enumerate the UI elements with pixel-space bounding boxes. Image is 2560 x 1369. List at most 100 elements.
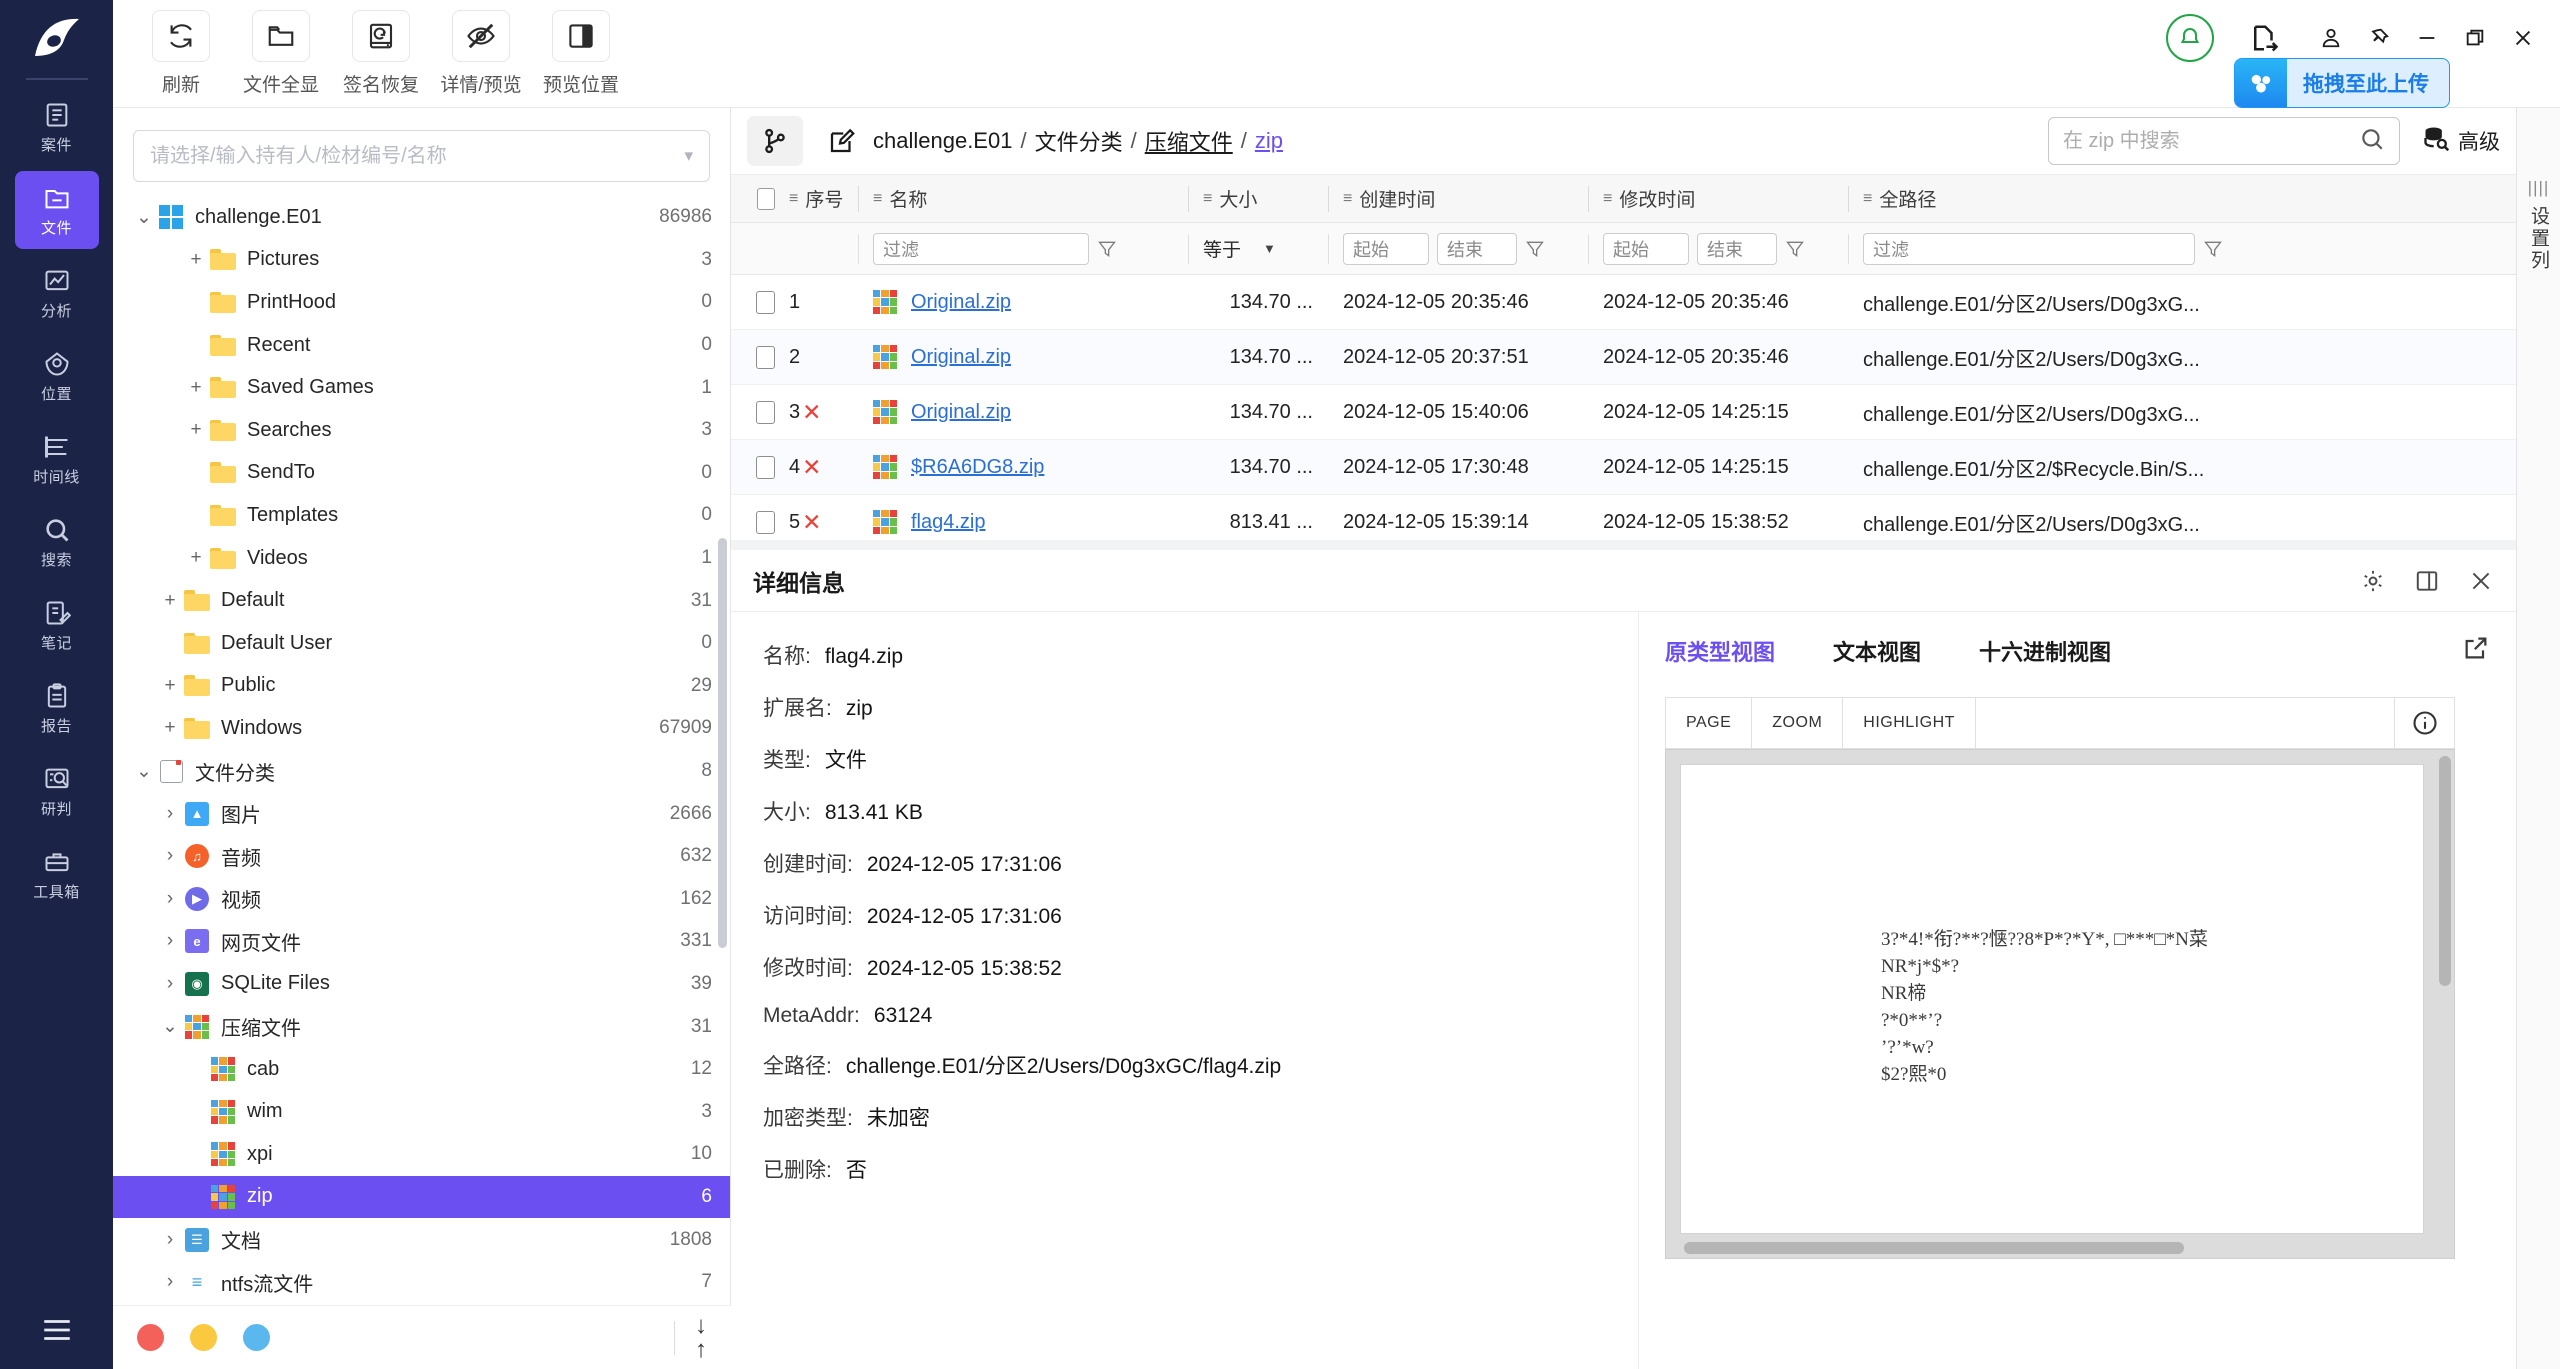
sidebar-item-case[interactable]: 案件	[15, 88, 99, 166]
column-header-index[interactable]: ≡ 序号	[781, 175, 859, 223]
tree-toggle-icon[interactable]: +	[157, 675, 183, 697]
table-row[interactable]: 1 Original.zip 134.70 ... 2024-12-05 20:35:…	[731, 275, 2516, 330]
tree-search-input[interactable]	[150, 144, 685, 168]
filter-created-start[interactable]: 起始	[1343, 232, 1429, 265]
sidebar-item-files[interactable]: 文件	[14, 171, 99, 249]
tree-scrollbar[interactable]	[718, 538, 727, 948]
row-name-cell[interactable]: Original.zip	[859, 330, 1189, 385]
sidebar-item-toolbox[interactable]: 工具箱	[15, 835, 99, 913]
maximize-icon[interactable]	[2464, 27, 2486, 49]
sidebar-item-location[interactable]: 位置	[15, 337, 99, 415]
column-header-fullpath[interactable]: ≡ 全路径	[1849, 175, 2409, 223]
tree-node-printhood[interactable]: PrintHood 0	[113, 281, 730, 324]
tree-node-default-user[interactable]: Default User 0	[113, 622, 730, 665]
row-checkbox[interactable]	[756, 345, 775, 369]
info-icon[interactable]	[2394, 697, 2454, 749]
funnel-icon[interactable]	[1097, 239, 1117, 259]
filter-modified-end[interactable]: 结束	[1697, 232, 1777, 265]
select-all-column[interactable]	[731, 175, 781, 223]
tree-toggle-icon[interactable]: ›	[157, 1271, 183, 1293]
advanced-search-button[interactable]: 高级	[2422, 124, 2500, 158]
tree-node-videos[interactable]: + Videos 1	[113, 537, 730, 580]
close-icon[interactable]	[2512, 27, 2534, 49]
search-icon[interactable]	[2359, 126, 2385, 157]
preview-highlight-button[interactable]: HIGHLIGHT	[1843, 697, 1976, 749]
user-avatar-icon[interactable]	[2320, 27, 2342, 49]
column-header-modified[interactable]: ≡ 修改时间	[1589, 175, 1849, 223]
breadcrumb-item-3[interactable]: zip	[1255, 128, 1283, 154]
filter-size-cell[interactable]: 等于 ▼	[1189, 223, 1329, 275]
tree-node--[interactable]: › ♫ 音频 632	[113, 835, 730, 878]
row-select-cell[interactable]	[731, 440, 781, 495]
tree-toggle-icon[interactable]: ›	[157, 973, 183, 995]
export-file-button[interactable]	[2244, 18, 2284, 58]
tree-toggle-icon[interactable]: ⌄	[157, 1015, 183, 1038]
row-name-cell[interactable]: Original.zip	[859, 275, 1189, 330]
details-preview-toggle-button[interactable]: 详情/预览	[431, 10, 531, 97]
sidebar-item-search[interactable]: 搜索	[15, 503, 99, 581]
panel-layout-icon[interactable]	[2414, 568, 2440, 594]
tab-hex-view[interactable]: 十六进制视图	[1979, 635, 2111, 667]
select-all-checkbox[interactable]	[757, 187, 775, 210]
tree-node--[interactable]: › e 网页文件 331	[113, 920, 730, 963]
refresh-button[interactable]: 刷新	[131, 10, 231, 97]
file-name-link[interactable]: flag4.zip	[911, 511, 986, 534]
search-box[interactable]	[2048, 117, 2400, 165]
sidebar-item-judgement[interactable]: 研判	[15, 752, 99, 830]
column-settings-strip[interactable]: |||| 设置列	[2516, 108, 2560, 1369]
search-input[interactable]	[2063, 129, 2359, 153]
chevron-down-icon[interactable]: ▾	[684, 146, 693, 166]
edit-path-icon[interactable]	[825, 124, 859, 158]
file-name-link[interactable]: $R6A6DG8.zip	[911, 456, 1044, 479]
tree-toggle-icon[interactable]: ›	[157, 803, 183, 825]
preview-vertical-scrollbar[interactable]	[2439, 756, 2451, 986]
file-name-link[interactable]: Original.zip	[911, 401, 1011, 424]
tree-toggle-icon[interactable]: ›	[157, 845, 183, 867]
tree-node--[interactable]: ⌄ 文件分类 8	[113, 750, 730, 793]
drag-upload-badge[interactable]: 拖拽至此上传	[2234, 58, 2450, 108]
row-select-cell[interactable]	[731, 330, 781, 385]
funnel-icon[interactable]	[1785, 239, 1805, 259]
branch-view-button[interactable]	[747, 116, 803, 166]
column-header-created[interactable]: ≡ 创建时间	[1329, 175, 1589, 223]
row-select-cell[interactable]	[731, 275, 781, 330]
filter-path-input[interactable]: 过滤	[1863, 232, 2195, 265]
tree-node-public[interactable]: + Public 29	[113, 665, 730, 708]
column-header-size[interactable]: ≡ 大小	[1189, 175, 1329, 223]
tree-node-windows[interactable]: + Windows 67909	[113, 707, 730, 750]
row-name-cell[interactable]: $R6A6DG8.zip	[859, 440, 1189, 495]
sidebar-item-timeline[interactable]: 时间线	[15, 420, 99, 498]
funnel-icon[interactable]	[1525, 239, 1545, 259]
tree-toggle-icon[interactable]: +	[183, 249, 209, 271]
tree-toggle-icon[interactable]: +	[183, 377, 209, 399]
preview-position-button[interactable]: 预览位置	[531, 10, 631, 97]
tree-node-challenge-e01[interactable]: ⌄ challenge.E01 86986	[113, 196, 730, 239]
filter-modified-start[interactable]: 起始	[1603, 232, 1689, 265]
tree-node--[interactable]: › ▲ 图片 2666	[113, 792, 730, 835]
table-row[interactable]: 3 ✕ Original.zip 134.70 ... 2024-12-05 15:40…	[731, 385, 2516, 440]
tree-node-searches[interactable]: + Searches 3	[113, 409, 730, 452]
row-checkbox[interactable]	[756, 400, 775, 424]
pin-icon[interactable]	[2368, 27, 2390, 49]
filter-name-input[interactable]: 过滤	[873, 232, 1089, 265]
tab-text-view[interactable]: 文本视图	[1833, 635, 1921, 667]
tree-node-default[interactable]: + Default 31	[113, 579, 730, 622]
funnel-icon[interactable]	[2203, 239, 2223, 259]
tree-node-sendto[interactable]: SendTo 0	[113, 452, 730, 495]
tree-node--[interactable]: › ▶ 视频 162	[113, 878, 730, 921]
notifications-button[interactable]	[2166, 14, 2214, 62]
tree-toggle-icon[interactable]: ›	[157, 930, 183, 952]
filter-size-operator[interactable]: 等于	[1203, 235, 1241, 262]
tree-toggle-icon[interactable]: +	[157, 717, 183, 739]
tree-node-zip[interactable]: zip 6	[113, 1175, 730, 1219]
tree-toggle-icon[interactable]: +	[183, 547, 209, 569]
tree-node-pictures[interactable]: + Pictures 3	[113, 239, 730, 282]
tree-toggle-icon[interactable]: ›	[157, 1229, 183, 1251]
close-icon[interactable]	[2468, 568, 2494, 594]
rail-menu-button[interactable]	[0, 1313, 113, 1347]
preview-horizontal-scrollbar[interactable]	[1684, 1242, 2184, 1254]
sidebar-item-analysis[interactable]: 分析	[15, 254, 99, 332]
tree-node-sqlite-files[interactable]: › ◉ SQLite Files 39	[113, 963, 730, 1006]
row-name-cell[interactable]: Original.zip	[859, 385, 1189, 440]
tree-toggle-icon[interactable]: +	[183, 419, 209, 441]
